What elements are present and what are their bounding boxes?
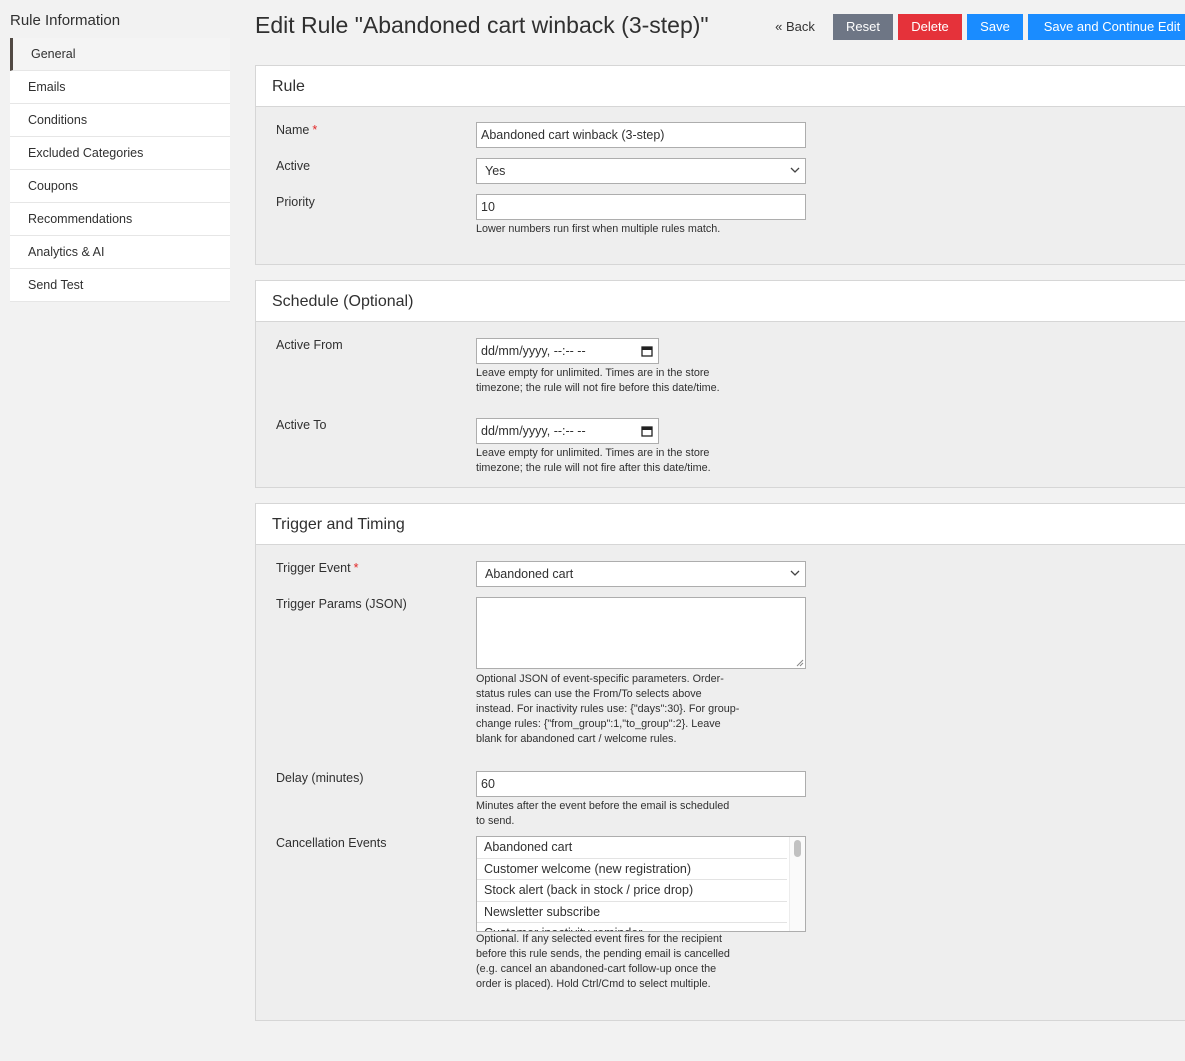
delay-label: Delay (minutes): [276, 771, 364, 785]
calendar-icon[interactable]: [641, 425, 653, 437]
scrollbar-thumb[interactable]: [794, 840, 801, 857]
active-select-value: Yes: [485, 164, 506, 178]
trigger-event-select[interactable]: Abandoned cart: [476, 561, 806, 587]
cancellation-option[interactable]: Abandoned cart: [477, 837, 787, 859]
active-label: Active: [276, 159, 311, 173]
cancellation-option[interactable]: Newsletter subscribe: [477, 902, 787, 923]
sidebar-item-send-test[interactable]: Send Test: [10, 269, 230, 302]
reset-button[interactable]: Reset: [833, 14, 893, 40]
sidebar-item-conditions[interactable]: Conditions: [10, 104, 230, 137]
delete-button[interactable]: Delete: [898, 14, 962, 40]
sidebar-nav: General Emails Conditions Excluded Categ…: [10, 38, 230, 302]
trigger-panel: Trigger and Timing Trigger Event * Abando…: [255, 503, 1185, 1021]
active-from-input[interactable]: dd/mm/yyyy, --:-- --: [476, 338, 659, 364]
delay-note: Minutes after the event before the email…: [476, 800, 730, 827]
rule-panel: Rule Name * Abandoned cart winback (3-ste…: [255, 65, 1185, 265]
chevron-down-icon: [790, 167, 800, 173]
active-from-value: dd/mm/yyyy, --:-- --: [481, 344, 586, 358]
sidebar-item-coupons[interactable]: Coupons: [10, 170, 230, 203]
cancellation-option[interactable]: Customer welcome (new registration): [477, 859, 787, 880]
active-to-input[interactable]: dd/mm/yyyy, --:-- --: [476, 418, 659, 444]
sidebar-item-recommendations[interactable]: Recommendations: [10, 203, 230, 236]
priority-label: Priority: [276, 195, 315, 209]
trigger-params-note: Optional JSON of event-specific paramete…: [476, 673, 740, 745]
sidebar-title: Rule Information: [10, 12, 121, 29]
scrollbar[interactable]: [789, 837, 805, 931]
sidebar-item-emails[interactable]: Emails: [10, 71, 230, 104]
schedule-panel-title: Schedule (Optional): [256, 281, 1185, 322]
required-marker: *: [353, 561, 359, 575]
action-bar: « Back Reset Delete Save Save and Contin…: [770, 14, 1185, 40]
cancellation-events-multiselect[interactable]: Abandoned cart Customer welcome (new reg…: [476, 836, 806, 932]
active-to-note: Leave empty for unlimited. Times are in …: [476, 447, 711, 474]
active-from-label: Active From: [276, 338, 343, 352]
name-input[interactable]: Abandoned cart winback (3-step): [476, 122, 806, 148]
trigger-panel-title: Trigger and Timing: [256, 504, 1185, 545]
sidebar-item-analytics-ai[interactable]: Analytics & AI: [10, 236, 230, 269]
active-to-value: dd/mm/yyyy, --:-- --: [481, 424, 586, 438]
delay-input[interactable]: 60: [476, 771, 806, 797]
active-select[interactable]: Yes: [476, 158, 806, 184]
cancellation-option[interactable]: Customer inactivity reminder: [477, 923, 787, 931]
back-button[interactable]: « Back: [770, 14, 820, 40]
cancellation-events-note: Optional. If any selected event fires fo…: [476, 933, 730, 990]
calendar-icon[interactable]: [641, 345, 653, 357]
trigger-event-value: Abandoned cart: [485, 567, 574, 581]
active-from-note: Leave empty for unlimited. Times are in …: [476, 367, 720, 394]
trigger-event-label: Trigger Event *: [276, 561, 359, 575]
active-to-label: Active To: [276, 418, 327, 432]
save-continue-button[interactable]: Save and Continue Edit: [1028, 14, 1185, 40]
sidebar-item-excluded-categories[interactable]: Excluded Categories: [10, 137, 230, 170]
cancellation-events-label: Cancellation Events: [276, 836, 387, 850]
page-title: Edit Rule "Abandoned cart winback (3-ste…: [255, 12, 709, 38]
sidebar-item-general[interactable]: General: [10, 38, 230, 71]
chevron-down-icon: [790, 570, 800, 576]
trigger-params-textarea[interactable]: [476, 597, 806, 669]
sidebar: Rule Information General Emails Conditio…: [10, 0, 230, 302]
required-marker: *: [312, 123, 318, 137]
save-button[interactable]: Save: [967, 14, 1023, 40]
name-label: Name *: [276, 123, 318, 137]
rule-panel-title: Rule: [256, 66, 1185, 107]
schedule-panel: Schedule (Optional) Active From dd/mm/yy…: [255, 280, 1185, 488]
priority-note: Lower numbers run first when multiple ru…: [476, 223, 721, 235]
resize-handle-icon[interactable]: [796, 659, 804, 667]
trigger-params-label: Trigger Params (JSON): [276, 597, 407, 611]
priority-input[interactable]: 10: [476, 194, 806, 220]
cancellation-option[interactable]: Stock alert (back in stock / price drop): [477, 880, 787, 902]
